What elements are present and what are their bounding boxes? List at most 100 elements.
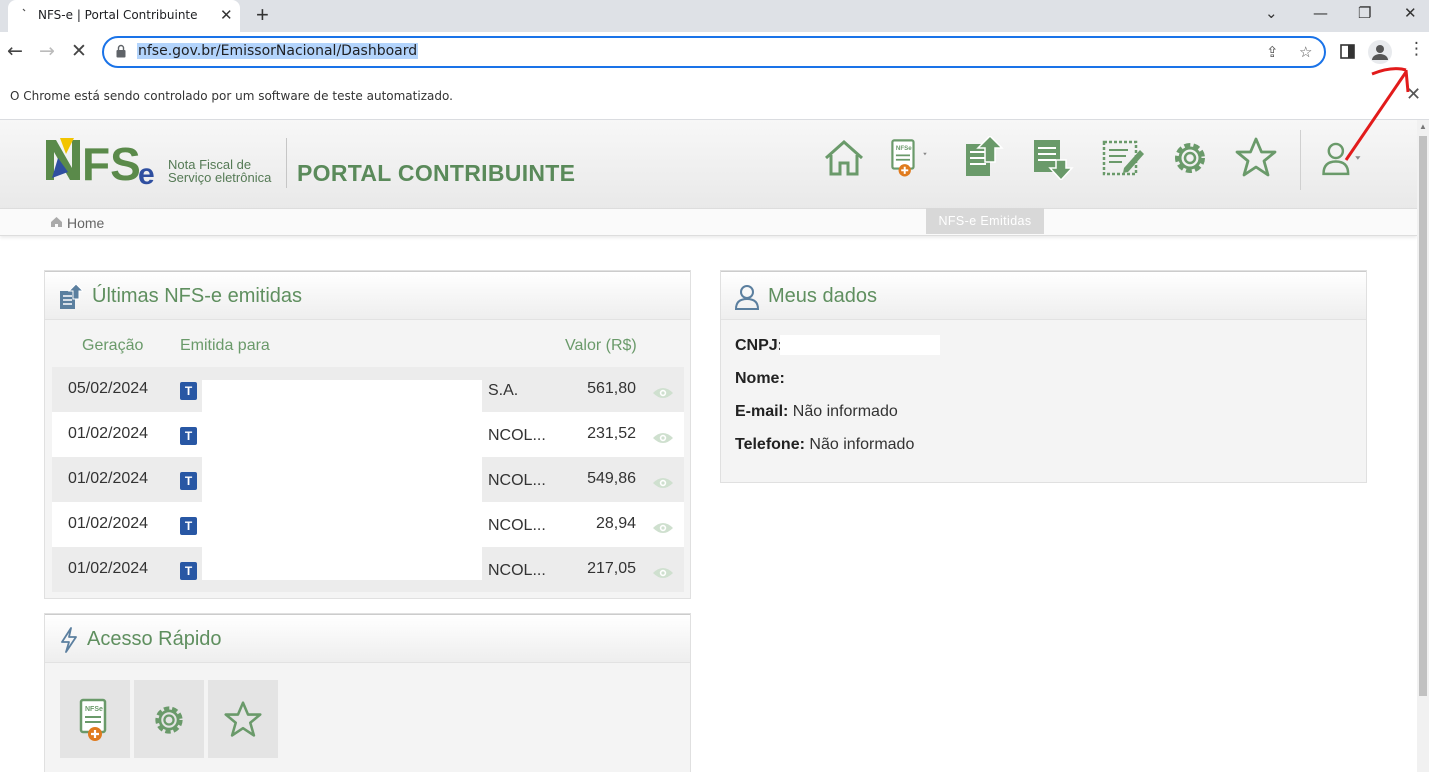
nfse-logo[interactable]: FS e [44,134,164,190]
star-icon [224,701,262,737]
page: FS e Nota Fiscal de Serviço eletrônica P… [0,120,1417,772]
nome-line: Nome: [735,370,785,388]
svg-text:NFSe: NFSe [896,145,912,152]
url-text[interactable]: nfse.gov.br/EmissorNacional/Dashboard [137,43,419,59]
type-badge: T [180,517,197,535]
quick-settings-button[interactable] [134,680,204,758]
redaction-block [780,335,940,355]
cell-recipient: NCOL... [488,427,546,444]
quick-favorites-button[interactable] [208,680,278,758]
meus-dados-panel: Meus dados CNPJ: Nome: E-mail: Não infor… [720,270,1367,483]
cell-date: 01/02/2024 [68,470,149,487]
side-panel-icon[interactable] [1340,44,1355,59]
scroll-thumb[interactable] [1419,136,1427,696]
cell-recipient: S.A. [488,382,519,399]
email-label: E-mail: [735,403,789,420]
cell-value: 28,94 [595,515,636,532]
panel-header: Acesso Rápido [45,614,690,663]
logo-servico-text: Serviço eletrônica [168,170,272,185]
user-icon[interactable] [1320,136,1364,180]
forward-icon[interactable]: → [39,40,55,62]
acesso-title: Acesso Rápido [87,628,222,650]
col-valor: Valor (R$) [565,337,637,354]
scroll-up-icon[interactable]: ▲ [1419,122,1427,131]
logo-subtitle: Nota Fiscal de Serviço eletrônica [168,158,271,184]
eye-icon[interactable] [652,431,674,445]
minimize-icon[interactable]: — [1313,4,1328,22]
browser-tab[interactable]: NFS-e | Portal Contribuinte ✕ [8,0,240,32]
cell-date: 01/02/2024 [68,425,149,442]
window-close-icon[interactable]: ✕ [1404,4,1417,22]
tab-title: NFS-e | Portal Contribuinte [38,8,198,22]
nfse-recebidas-icon[interactable] [1032,136,1076,180]
col-emitida: Emitida para [180,337,270,354]
svg-text:FS: FS [82,138,141,190]
redaction-block [202,380,482,580]
eye-icon[interactable] [652,521,674,535]
chrome-menu-icon[interactable]: ⋮ [1408,39,1425,59]
telefone-line: Telefone: Não informado [735,436,914,454]
lock-icon [116,44,126,58]
cell-date: 01/02/2024 [68,515,149,532]
svg-text:e: e [138,158,155,190]
tab-close-icon[interactable]: ✕ [220,6,233,24]
star-icon[interactable] [1234,136,1278,180]
cnpj-line: CNPJ: [735,337,783,355]
stop-loading-icon[interactable]: ✕ [71,40,87,62]
cell-value: 561,80 [587,380,636,397]
gear-icon [155,706,183,734]
nav-divider [1300,130,1301,190]
gear-icon[interactable] [1168,136,1212,180]
panel-header: Meus dados [721,271,1366,320]
infobar-close-icon[interactable]: ✕ [1406,84,1421,105]
ultimas-title: Últimas NFS-e emitidas [92,285,303,307]
eye-icon[interactable] [652,476,674,490]
portal-title: PORTAL CONTRIBUINTE [297,160,576,186]
cell-recipient: NCOL... [488,562,546,579]
nfse-emitidas-icon[interactable] [962,136,1006,180]
infobar-text: O Chrome está sendo controlado por um so… [10,89,453,103]
cell-recipient: NCOL... [488,472,546,489]
email-line: E-mail: Não informado [735,403,898,421]
cell-recipient: NCOL... [488,517,546,534]
restore-icon[interactable]: ❐ [1358,4,1371,22]
page-scrollbar[interactable]: ▲ [1417,120,1429,772]
eye-icon[interactable] [652,386,674,400]
cell-value: 231,52 [587,425,636,442]
nfse-edit-icon[interactable] [1102,136,1146,180]
tab-search-icon[interactable]: ⌄ [1265,4,1278,22]
panel-header: Últimas NFS-e emitidas [45,271,690,320]
col-geracao: Geração [82,337,144,354]
share-icon[interactable]: ⇪ [1266,43,1279,61]
breadcrumb-home-icon [51,217,62,227]
back-icon[interactable]: ← [7,40,23,62]
nome-label: Nome: [735,370,785,387]
breadcrumb: Home [0,208,1417,236]
loading-icon [22,8,26,12]
nav-tooltip: NFS-e Emitidas [926,208,1044,234]
eye-icon[interactable] [652,566,674,580]
nfse-new-icon: NFSe [79,698,107,741]
type-badge: T [180,382,197,400]
telefone-label: Telefone: [735,436,805,453]
cell-value: 549,86 [587,470,636,487]
type-badge: T [180,562,197,580]
svg-text:NFSe: NFSe [85,706,103,713]
breadcrumb-home[interactable]: Home [67,215,104,231]
profile-avatar[interactable] [1368,40,1392,64]
telefone-value: Não informado [809,436,915,453]
cnpj-label: CNPJ: [735,337,784,354]
cell-value: 217,05 [587,560,636,577]
new-tab-button[interactable]: + [256,2,269,28]
type-badge: T [180,427,197,445]
cell-date: 05/02/2024 [68,380,149,397]
user-icon [735,285,759,310]
address-bar[interactable]: nfse.gov.br/EmissorNacional/Dashboard ⇪ … [102,36,1326,68]
meus-dados-title: Meus dados [768,285,877,307]
home-icon[interactable] [822,136,866,180]
bookmark-star-icon[interactable]: ☆ [1299,43,1312,61]
quick-new-nfse-button[interactable]: NFSe [60,680,130,758]
nfse-new-icon[interactable]: NFSe [888,136,932,180]
acesso-rapido-panel: Acesso Rápido NFSe [44,613,691,772]
automation-infobar: O Chrome está sendo controlado por um so… [0,72,1429,120]
